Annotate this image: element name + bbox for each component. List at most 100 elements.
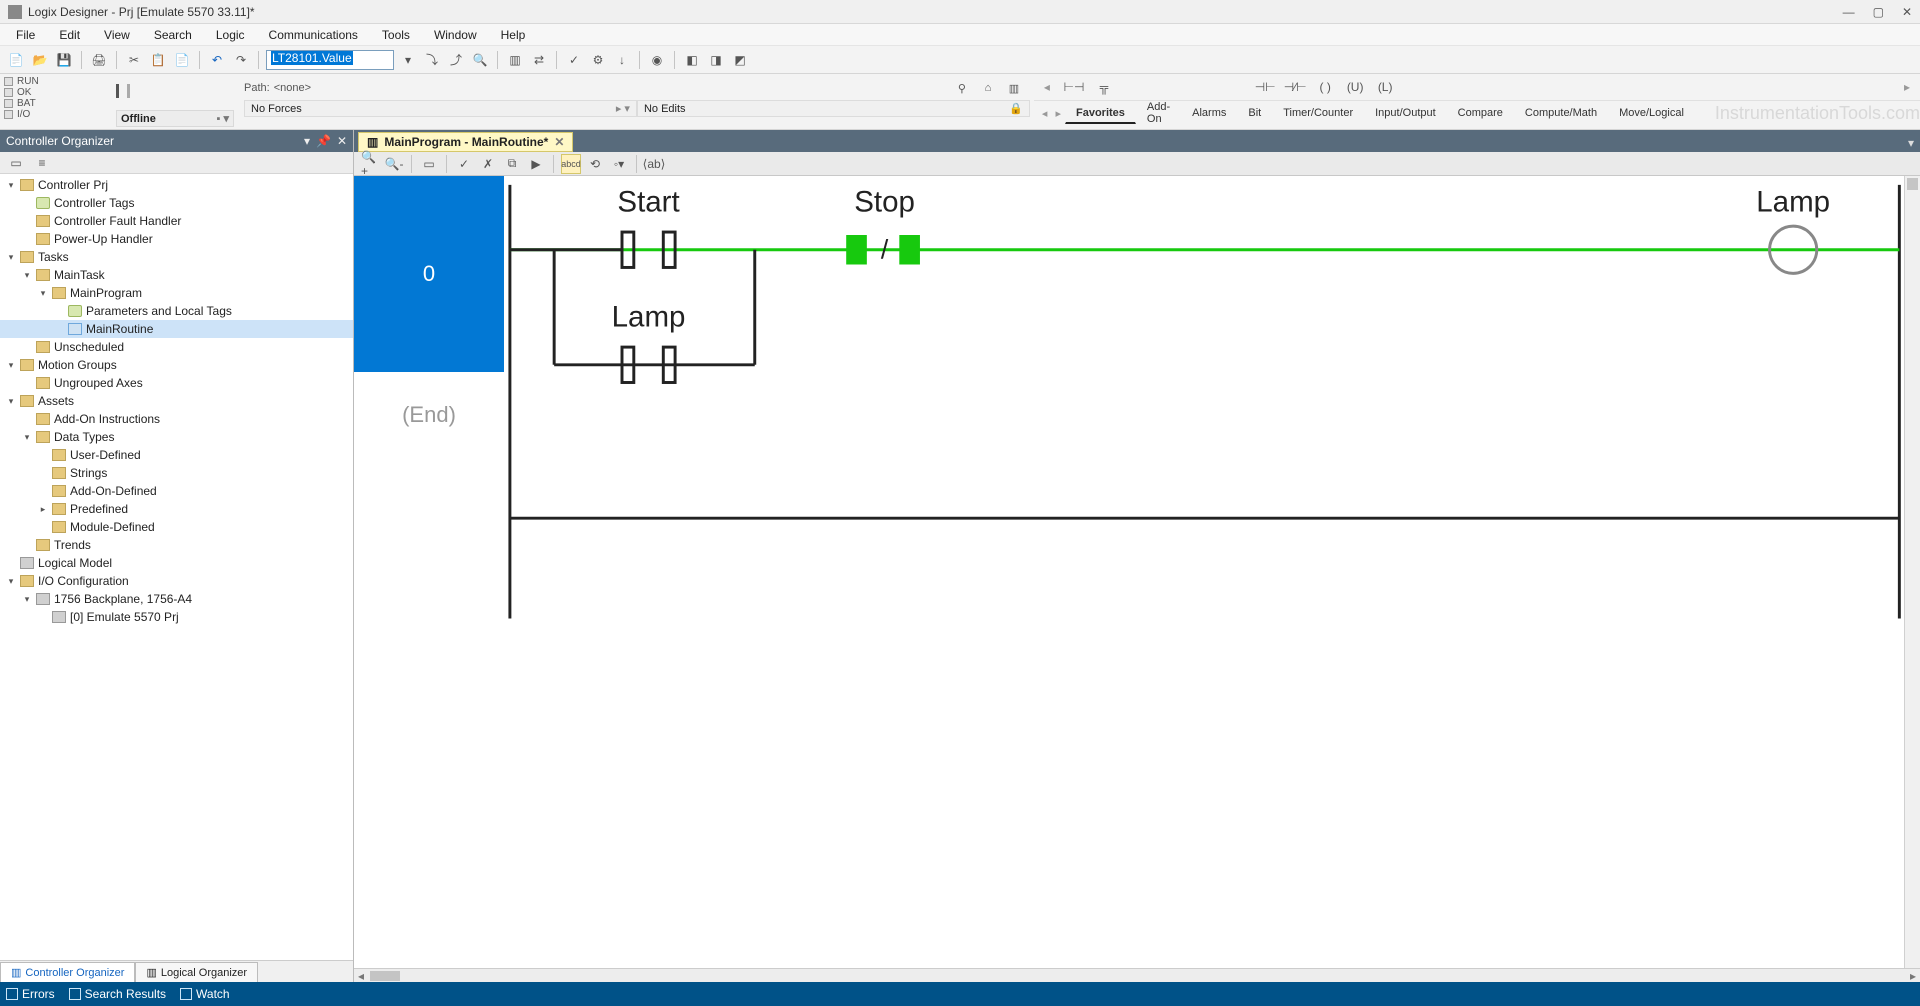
search-next-button[interactable]: ⤵ [422,50,442,70]
collapse-all-icon[interactable]: ≡ [32,153,52,173]
cut-button[interactable]: ✂ [124,50,144,70]
tag-selector[interactable]: LT28101.Value [266,50,394,70]
tree-node[interactable]: ▸Predefined [0,500,353,518]
branch-icon[interactable]: ╦ [1094,77,1114,97]
inst-tab-add-on[interactable]: Add-On [1136,97,1181,130]
search-prev-button[interactable]: ⤴ [446,50,466,70]
tag-dropdown-icon[interactable]: ▾ [398,50,418,70]
tree-expander-icon[interactable]: ▸ [38,504,48,515]
crossref-button[interactable]: ⇄ [529,50,549,70]
tree-node[interactable]: User-Defined [0,446,353,464]
pin-icon[interactable]: 📌 [316,134,331,148]
menu-search[interactable]: Search [144,26,202,44]
tree-expander-icon[interactable]: ▾ [22,594,32,605]
verify-button[interactable]: ✓ [564,50,584,70]
edit-rung-icon[interactable]: ▭ [419,154,439,174]
scroll-right-arrow[interactable]: ▸ [1906,969,1920,983]
inst-tab-bit[interactable]: Bit [1237,103,1272,124]
inst-tab-move-logical[interactable]: Move/Logical [1608,103,1695,124]
statusbar-watch[interactable]: Watch [180,987,230,1001]
tree-node[interactable]: Add-On Instructions [0,410,353,428]
otl-icon[interactable]: (L) [1375,77,1395,97]
ote-icon[interactable]: ( ) [1315,77,1335,97]
tree-node[interactable]: ▾Assets [0,392,353,410]
tree-node[interactable]: ▾Controller Prj [0,176,353,194]
search-button[interactable]: 🔍 [470,50,490,70]
minimize-button[interactable]: — [1843,5,1855,19]
ladder-diagram[interactable]: Start / Stop Lamp Lamp [504,176,1920,968]
edits-dropdown[interactable]: No Edits 🔒 [637,100,1030,117]
tab-left-icon[interactable]: ◂ [1038,107,1052,120]
scroll-left-arrow[interactable]: ◂ [354,969,368,983]
build-button[interactable]: ⚙ [588,50,608,70]
misc-button-2[interactable]: ◨ [706,50,726,70]
tree-node[interactable]: Strings [0,464,353,482]
tree-node[interactable]: ▾1756 Backplane, 1756-A4 [0,590,353,608]
rung-number[interactable]: 0 [354,176,504,372]
inst-tab-input-output[interactable]: Input/Output [1364,103,1447,124]
tree-node[interactable]: MainRoutine [0,320,353,338]
toggle-view-button[interactable]: ▥ [505,50,525,70]
tree-node[interactable]: Trends [0,536,353,554]
tab-right-icon[interactable]: ▸ [1051,107,1065,120]
zoom-out-icon[interactable]: 🔍- [384,154,404,174]
scroll-right-icon[interactable]: ▸ [1900,80,1914,94]
org-tab-controller-organizer[interactable]: ▥ Controller Organizer [0,962,135,982]
menu-window[interactable]: Window [424,26,487,44]
test-icon[interactable]: ▶ [526,154,546,174]
rung-icon[interactable]: ⊢⊣ [1064,77,1084,97]
zoom-in-icon[interactable]: 🔍+ [360,154,380,174]
tree-expander-icon[interactable]: ▾ [22,270,32,281]
xic-icon[interactable]: ⊣⊢ [1255,77,1275,97]
expand-all-icon[interactable]: ▭ [6,153,26,173]
inst-tab-compute-math[interactable]: Compute/Math [1514,103,1608,124]
network-icon[interactable]: ⌂ [978,78,998,98]
tree-node[interactable]: ▾MainProgram [0,284,353,302]
tree-node[interactable]: Logical Model [0,554,353,572]
ladder-canvas[interactable]: 0 (End) Start / Stop [354,176,1920,968]
inst-tab-alarms[interactable]: Alarms [1181,103,1237,124]
horizontal-scrollbar[interactable]: ◂ ▸ [354,968,1920,982]
save-button[interactable]: 💾 [54,50,74,70]
assemble-icon[interactable]: ⧉ [502,154,522,174]
tree-node[interactable]: ▾Motion Groups [0,356,353,374]
tree-node[interactable]: Power-Up Handler [0,230,353,248]
misc-button-1[interactable]: ◧ [682,50,702,70]
tree-expander-icon[interactable]: ▾ [38,288,48,299]
menu-edit[interactable]: Edit [49,26,90,44]
tree-node[interactable]: [0] Emulate 5570 Prj [0,608,353,626]
tree-expander-icon[interactable]: ▾ [6,180,16,191]
toggle-display-icon[interactable]: ⟲ [585,154,605,174]
tree-expander-icon[interactable]: ▾ [6,360,16,371]
tree-node[interactable]: Controller Tags [0,194,353,212]
tab-menu-icon[interactable]: ▾ [1902,134,1920,152]
tree-node[interactable]: Add-On-Defined [0,482,353,500]
menu-file[interactable]: File [6,26,45,44]
tree-expander-icon[interactable]: ▾ [6,252,16,263]
print-button[interactable]: 🖨 [89,50,109,70]
tree-node[interactable]: ▾Tasks [0,248,353,266]
more-display-icon[interactable]: ◦▾ [609,154,629,174]
menu-view[interactable]: View [94,26,140,44]
menu-communications[interactable]: Communications [259,26,368,44]
mode-dropdown-icon[interactable]: ▪ ▾ [217,112,229,125]
inst-tab-compare[interactable]: Compare [1447,103,1514,124]
inst-tab-favorites[interactable]: Favorites [1065,103,1136,124]
maximize-button[interactable]: ▢ [1873,5,1884,19]
paste-button[interactable]: 📄 [172,50,192,70]
close-panel-icon[interactable]: ✕ [337,134,347,148]
close-button[interactable]: ✕ [1902,5,1912,19]
tree-node[interactable]: Parameters and Local Tags [0,302,353,320]
statusbar-search-results[interactable]: Search Results [69,987,166,1001]
tree-node[interactable]: ▾I/O Configuration [0,572,353,590]
vertical-scrollbar[interactable] [1904,176,1920,968]
panel-menu-icon[interactable]: ▾ [304,134,310,148]
view-option-icon[interactable]: ⟨ab⟩ [644,154,664,174]
org-tab-logical-organizer[interactable]: ▥ Logical Organizer [135,962,258,982]
xio-icon[interactable]: ⊣∕⊢ [1285,77,1305,97]
editor-tab[interactable]: ▥ MainProgram - MainRoutine* ✕ [358,132,573,152]
tree-expander-icon[interactable]: ▾ [22,432,32,443]
close-tab-icon[interactable]: ✕ [554,135,564,149]
go-online-button[interactable]: ◉ [647,50,667,70]
tree-node[interactable]: Unscheduled [0,338,353,356]
